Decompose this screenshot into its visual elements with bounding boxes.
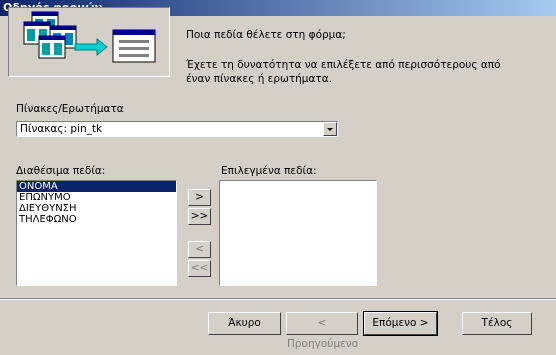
list-item[interactable]: ΔΙΕΥΘΥΝΣΗ	[17, 203, 176, 214]
add-field-button[interactable]: >	[188, 189, 211, 206]
form-wizard-window: Οδηγός φορμών Ποια πεδία θ	[0, 0, 556, 350]
add-all-fields-button[interactable]: >>	[188, 208, 211, 225]
next-button[interactable]: Επόμενο >	[363, 311, 438, 336]
finish-button[interactable]: Τέλος	[462, 312, 532, 335]
wizard-illustration-icon	[23, 11, 156, 63]
footer-divider	[0, 298, 556, 300]
tables-queries-value: Πίνακας: pin_tk	[20, 123, 103, 135]
selected-fields-label: Επιλεγμένα πεδία:	[221, 165, 317, 177]
available-fields-list[interactable]: ΟΝΟΜΑ ΕΠΩΝΥΜΟ ΔΙΕΥΘΥΝΣΗ ΤΗΛΕΦΩΝΟ	[16, 180, 177, 286]
cancel-button[interactable]: Άκυρο	[208, 312, 281, 335]
wizard-question: Ποια πεδία θέλετε στη φόρμα;	[186, 29, 346, 41]
back-button[interactable]: < Προηγούμενο	[286, 312, 358, 350]
list-item[interactable]: ΕΠΩΝΥΜΟ	[17, 192, 176, 203]
remove-field-button[interactable]: <	[188, 241, 211, 258]
list-item[interactable]: ΤΗΛΕΦΩΝΟ	[17, 214, 176, 225]
dropdown-arrow-icon[interactable]	[323, 122, 337, 136]
wizard-hint: Έχετε τη δυνατότητα να επιλέξετε από περ…	[186, 59, 501, 85]
wizard-illustration	[8, 7, 170, 77]
selected-fields-list[interactable]	[219, 180, 377, 286]
tables-queries-label: Πίνακες/Ερωτήματα	[16, 103, 124, 115]
available-fields-label: Διαθέσιμα πεδία:	[16, 165, 106, 177]
remove-all-fields-button[interactable]: <<	[188, 260, 211, 277]
list-item[interactable]: ΟΝΟΜΑ	[17, 181, 176, 192]
tables-queries-dropdown[interactable]: Πίνακας: pin_tk	[16, 121, 338, 137]
